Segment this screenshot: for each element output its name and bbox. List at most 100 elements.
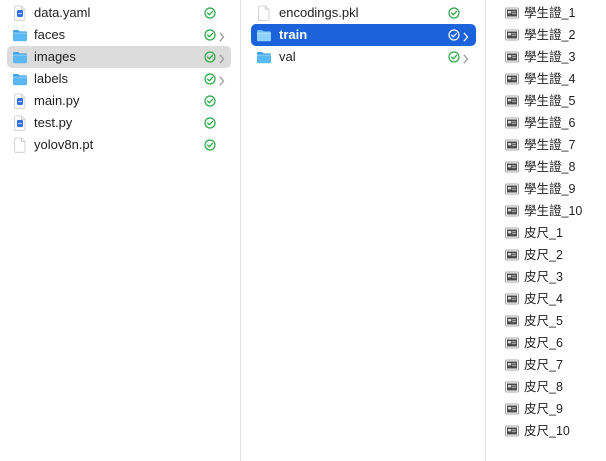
sync-status-icon <box>204 117 216 129</box>
file-row[interactable]: 學生證_7 <box>501 134 601 156</box>
image-file-icon <box>505 204 519 218</box>
svg-text:~: ~ <box>17 11 22 18</box>
item-name: labels <box>34 71 68 86</box>
sync-status-icon <box>204 139 216 151</box>
finder-column-browser: ~ data.yaml faces images labels ~ main.py ~ test… <box>0 0 606 461</box>
item-name: 皮尺_2 <box>524 248 563 262</box>
yaml-file-icon: ~ <box>12 5 28 21</box>
column-train[interactable]: 學生證_1 學生證_2 學生證_3 學生證_4 學生證_5 學生證_6 學生證_7 學生證_8… <box>487 0 606 461</box>
folder-icon <box>12 49 28 65</box>
file-row[interactable]: 學生證_9 <box>501 178 601 200</box>
file-row[interactable]: ~ data.yaml <box>7 2 231 24</box>
item-name: images <box>34 49 76 64</box>
item-name: 學生證_4 <box>524 72 576 86</box>
sync-status-icon <box>448 7 460 19</box>
chevron-right-icon <box>463 30 469 42</box>
file-row[interactable]: ~ test.py <box>7 112 231 134</box>
item-name: main.py <box>34 93 80 108</box>
file-row[interactable]: 皮尺_5 <box>501 310 601 332</box>
item-name: 學生證_6 <box>524 116 576 130</box>
item-name: 學生證_7 <box>524 138 576 152</box>
image-file-icon <box>505 116 519 130</box>
file-row[interactable]: 皮尺_2 <box>501 244 601 266</box>
folder-icon <box>12 27 28 43</box>
item-name: 皮尺_8 <box>524 380 563 394</box>
item-name: 皮尺_1 <box>524 226 563 240</box>
file-row[interactable]: 皮尺_6 <box>501 332 601 354</box>
svg-text:~: ~ <box>17 121 22 128</box>
image-file-icon <box>505 380 519 394</box>
image-file-icon <box>505 182 519 196</box>
image-file-icon <box>505 314 519 328</box>
item-name: encodings.pkl <box>279 5 359 20</box>
chevron-right-icon <box>219 74 225 86</box>
image-file-icon <box>505 138 519 152</box>
image-file-icon <box>505 292 519 306</box>
file-row[interactable]: 皮尺_4 <box>501 288 601 310</box>
item-name: train <box>279 27 308 42</box>
item-name: data.yaml <box>34 5 91 20</box>
item-name: 學生證_1 <box>524 6 576 20</box>
folder-row[interactable]: val <box>251 46 476 68</box>
sync-status-icon <box>204 29 216 41</box>
item-name: 學生證_3 <box>524 50 576 64</box>
file-row[interactable]: 學生證_10 <box>501 200 601 222</box>
image-file-icon <box>505 160 519 174</box>
file-row[interactable]: 學生證_6 <box>501 112 601 134</box>
image-file-icon <box>505 402 519 416</box>
image-file-icon <box>505 72 519 86</box>
sync-status-icon <box>204 51 216 63</box>
folder-row[interactable]: labels <box>7 68 231 90</box>
image-file-icon <box>505 336 519 350</box>
python-file-icon: ~ <box>12 115 28 131</box>
item-name: 皮尺_5 <box>524 314 563 328</box>
image-file-icon <box>505 28 519 42</box>
folder-row[interactable]: faces <box>7 24 231 46</box>
image-file-icon <box>505 226 519 240</box>
file-row[interactable]: 學生證_4 <box>501 68 601 90</box>
folder-icon <box>256 49 272 65</box>
file-row[interactable]: 皮尺_1 <box>501 222 601 244</box>
item-name: val <box>279 49 296 64</box>
file-row[interactable]: 學生證_2 <box>501 24 601 46</box>
sync-status-icon <box>448 29 460 41</box>
sync-status-icon <box>204 73 216 85</box>
file-row[interactable]: 皮尺_3 <box>501 266 601 288</box>
file-row[interactable]: 皮尺_10 <box>501 420 601 442</box>
file-row[interactable]: 皮尺_7 <box>501 354 601 376</box>
file-row[interactable]: 皮尺_9 <box>501 398 601 420</box>
item-name: 學生證_5 <box>524 94 576 108</box>
file-row[interactable]: 學生證_8 <box>501 156 601 178</box>
item-name: faces <box>34 27 66 42</box>
folder-icon <box>12 71 28 87</box>
folder-row[interactable]: images <box>7 46 231 68</box>
image-file-icon <box>505 358 519 372</box>
item-name: 皮尺_3 <box>524 270 563 284</box>
file-row[interactable]: ~ main.py <box>7 90 231 112</box>
item-name: 學生證_9 <box>524 182 576 196</box>
chevron-right-icon <box>219 30 225 42</box>
column-images[interactable]: encodings.pkl train val <box>242 0 486 461</box>
folder-row[interactable]: train <box>251 24 476 46</box>
image-file-icon <box>505 6 519 20</box>
item-name: 學生證_2 <box>524 28 576 42</box>
item-name: 皮尺_7 <box>524 358 563 372</box>
item-name: 皮尺_10 <box>524 424 570 438</box>
file-row[interactable]: 學生證_5 <box>501 90 601 112</box>
svg-text:~: ~ <box>17 99 22 106</box>
chevron-right-icon <box>219 52 225 64</box>
column-root[interactable]: ~ data.yaml faces images labels ~ main.py ~ test… <box>0 0 241 461</box>
file-row[interactable]: 皮尺_8 <box>501 376 601 398</box>
document-icon <box>12 137 28 153</box>
item-name: 學生證_10 <box>524 204 583 218</box>
image-file-icon <box>505 248 519 262</box>
file-row[interactable]: 學生證_1 <box>501 2 601 24</box>
file-row[interactable]: yolov8n.pt <box>7 134 231 156</box>
item-name: 學生證_8 <box>524 160 576 174</box>
file-row[interactable]: encodings.pkl <box>251 2 476 24</box>
file-row[interactable]: 學生證_3 <box>501 46 601 68</box>
image-file-icon <box>505 94 519 108</box>
sync-status-icon <box>204 7 216 19</box>
image-file-icon <box>505 50 519 64</box>
chevron-right-icon <box>463 52 469 64</box>
